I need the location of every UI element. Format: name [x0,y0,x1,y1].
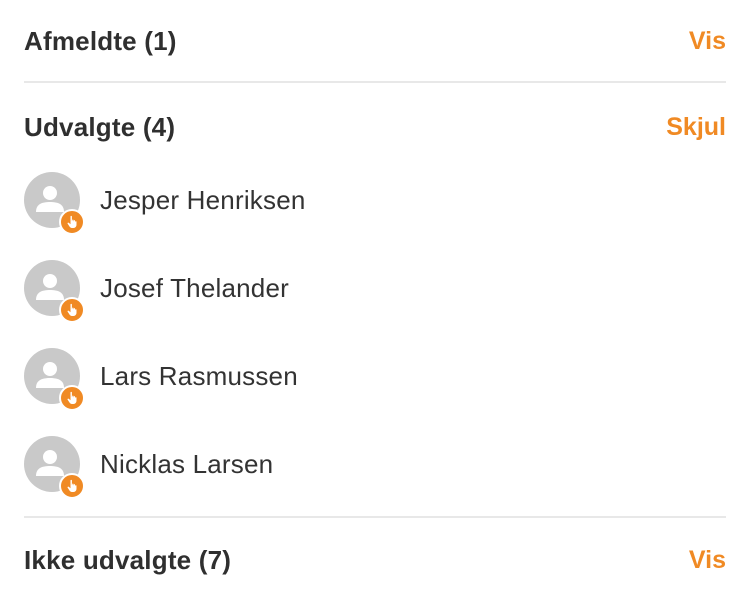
avatar [24,348,85,411]
divider [24,516,726,518]
hide-udvalgte-link[interactable]: Skjul [666,113,726,142]
person-name: Nicklas Larsen [100,448,274,479]
list-item-person[interactable]: Nicklas Larsen [24,434,726,499]
show-afmeldte-link[interactable]: Vis [689,27,726,56]
hand-pointer-icon [67,215,77,228]
person-name: Josef Thelander [100,272,289,303]
section-title: Afmeldte (1) [24,25,177,56]
avatar [24,260,85,323]
hand-pointer-badge [59,209,85,235]
section-title: Ikke udvalgte (7) [24,544,232,575]
hand-pointer-icon [67,303,77,316]
person-name: Jesper Henriksen [100,184,306,215]
section-title: Udvalgte (4) [24,111,176,142]
roster-page: Afmeldte (1) Vis Udvalgte (4) Skjul Jesp… [0,0,750,597]
list-item-person[interactable]: Jesper Henriksen [24,170,726,235]
section-header-ikke-udvalgte: Ikke udvalgte (7) Vis [24,540,726,580]
avatar [24,172,85,235]
section-header-afmeldte: Afmeldte (1) Vis [24,21,726,61]
hand-pointer-badge [59,385,85,411]
hand-pointer-badge [59,297,85,323]
list-item-person[interactable]: Josef Thelander [24,258,726,323]
show-ikke-udvalgte-link[interactable]: Vis [689,546,726,575]
avatar [24,436,85,499]
hand-pointer-badge [59,473,85,499]
hand-pointer-icon [67,391,77,404]
person-name: Lars Rasmussen [100,360,298,391]
list-item-person[interactable]: Lars Rasmussen [24,346,726,411]
hand-pointer-icon [67,479,77,492]
section-header-udvalgte: Udvalgte (4) Skjul [24,107,726,147]
divider [24,81,726,83]
